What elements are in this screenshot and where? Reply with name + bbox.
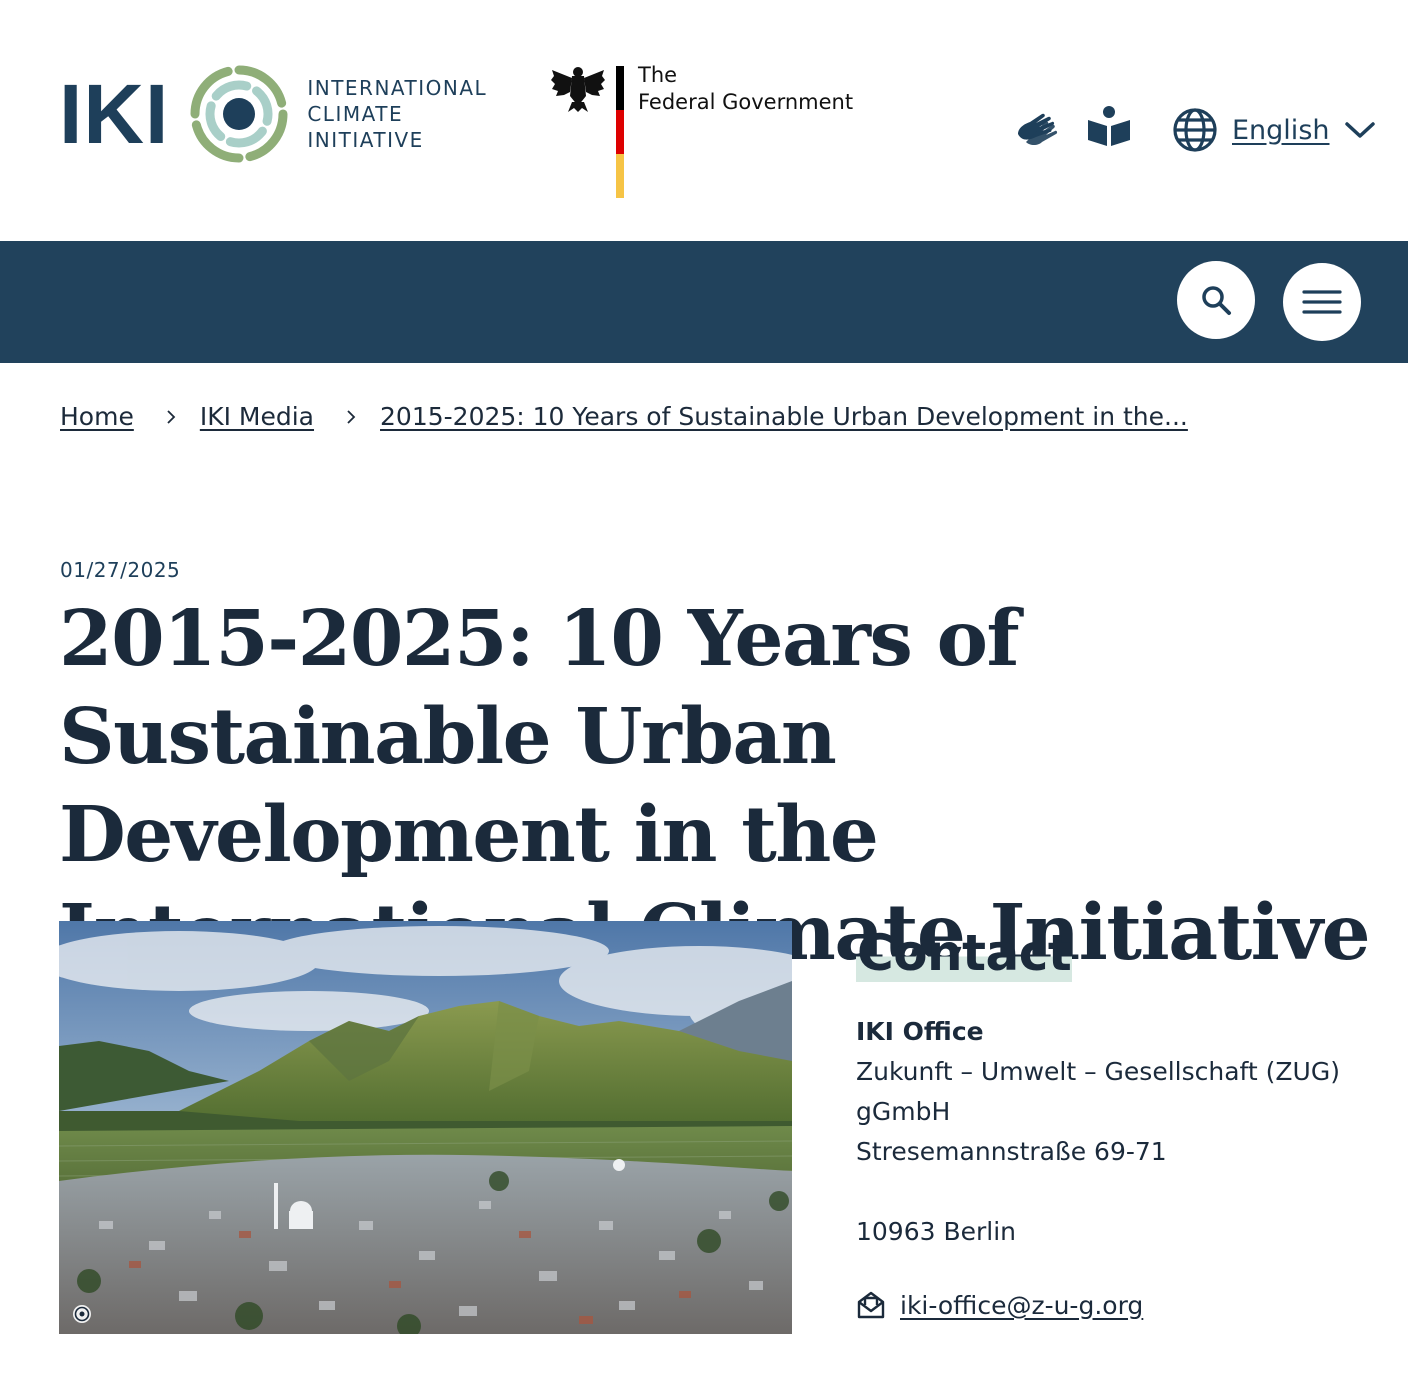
article-image[interactable] bbox=[59, 921, 792, 1334]
german-flag-bar bbox=[616, 66, 624, 198]
contact-street: Stresemannstraße 69-71 bbox=[856, 1137, 1167, 1166]
landscape-photo bbox=[59, 921, 792, 1334]
book-reader-icon[interactable] bbox=[1086, 104, 1132, 150]
breadcrumb-iki-media[interactable]: IKI Media bbox=[200, 402, 314, 431]
email-link[interactable]: iki-office@z-u-g.org bbox=[900, 1291, 1143, 1320]
language-selector[interactable]: English bbox=[1172, 107, 1376, 153]
contact-org-line2: gGmbH bbox=[856, 1097, 951, 1126]
breadcrumb-home[interactable]: Home bbox=[60, 402, 134, 431]
contact-office: IKI Office bbox=[856, 1017, 984, 1046]
federal-government-text: The Federal Government bbox=[638, 63, 854, 114]
article-date: 01/27/2025 bbox=[60, 558, 181, 582]
site-header: IKI INTERNATIONAL CLIMATE INITIATIVE The… bbox=[0, 0, 1408, 241]
copyright-icon[interactable] bbox=[72, 1304, 92, 1324]
chevron-right-icon bbox=[347, 409, 356, 424]
chevron-down-icon[interactable] bbox=[1344, 119, 1376, 141]
menu-button[interactable] bbox=[1283, 263, 1361, 341]
contact-email[interactable]: iki-office@z-u-g.org bbox=[856, 1290, 1143, 1320]
hamburger-menu-icon bbox=[1302, 290, 1342, 314]
iki-logo-tagline: INTERNATIONAL CLIMATE INITIATIVE bbox=[307, 76, 488, 152]
mail-icon bbox=[857, 1291, 885, 1319]
federal-eagle-icon bbox=[551, 67, 605, 112]
search-button[interactable] bbox=[1177, 261, 1255, 339]
chevron-right-icon bbox=[167, 409, 176, 424]
contact-heading: Contact bbox=[856, 924, 1073, 982]
sign-language-icon[interactable] bbox=[1012, 104, 1060, 152]
iki-logo[interactable]: IKI INTERNATIONAL CLIMATE INITIATIVE bbox=[59, 62, 487, 166]
search-icon bbox=[1202, 286, 1231, 315]
breadcrumb-current-page[interactable]: 2015-2025: 10 Years of Sustainable Urban… bbox=[380, 402, 1188, 431]
federal-government-logo[interactable]: The Federal Government bbox=[550, 62, 853, 198]
language-label[interactable]: English bbox=[1232, 115, 1330, 146]
globe-icon bbox=[1173, 108, 1217, 152]
contact-address: IKI Office Zukunft – Umwelt – Gesellscha… bbox=[856, 1012, 1356, 1252]
breadcrumb: Home IKI Media 2015-2025: 10 Years of Su… bbox=[60, 402, 1188, 431]
iki-logo-wordmark: IKI bbox=[59, 67, 170, 161]
main-navbar bbox=[0, 241, 1408, 363]
iki-logo-emblem bbox=[190, 65, 288, 163]
contact-city: 10963 Berlin bbox=[856, 1217, 1017, 1246]
contact-org-line1: Zukunft – Umwelt – Gesellschaft (ZUG) bbox=[856, 1057, 1340, 1086]
